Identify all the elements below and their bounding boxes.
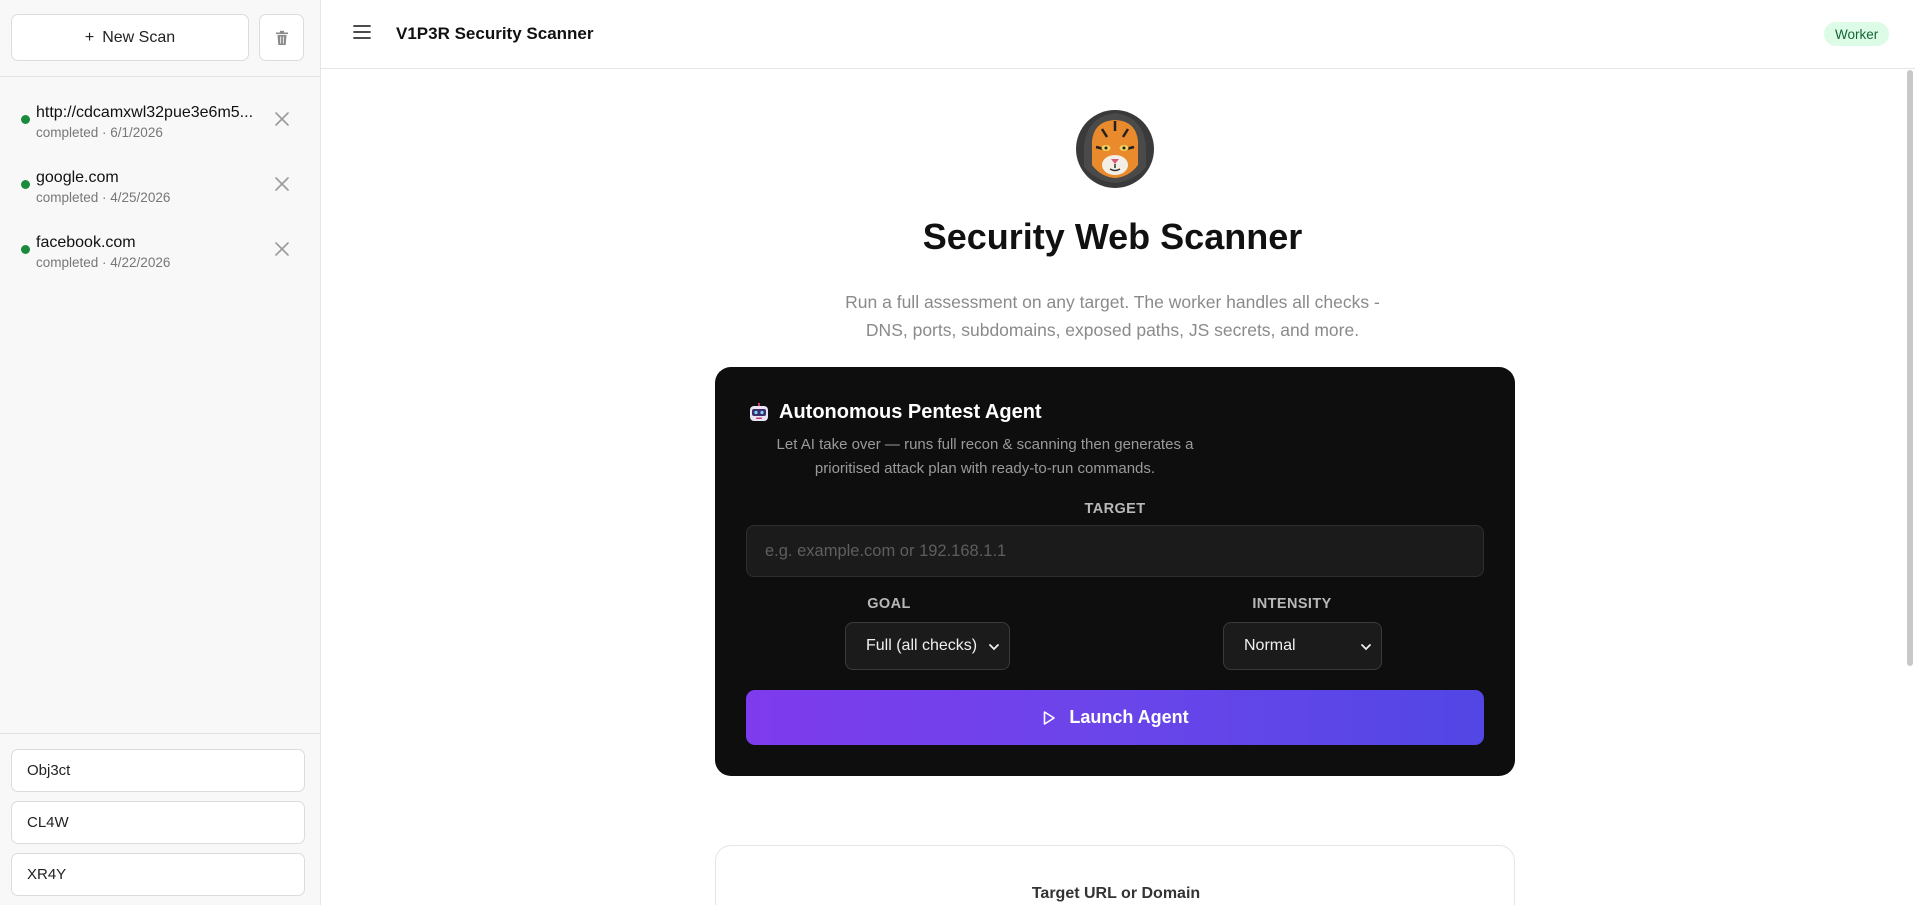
goal-label: GOAL — [867, 596, 911, 612]
main-scrollbar[interactable] — [1904, 69, 1915, 905]
sidebar-top: + New Scan — [0, 0, 320, 77]
scan-meta: completed · 4/25/2026 — [36, 190, 171, 205]
worker-status-badge: Worker — [1824, 22, 1890, 46]
scan-meta: completed · 4/22/2026 — [36, 255, 171, 270]
intensity-label: INTENSITY — [1252, 596, 1332, 612]
launch-agent-button[interactable]: Launch Agent — [746, 690, 1484, 745]
chevron-down-icon — [989, 644, 999, 651]
agent-button-xr4y[interactable]: XR4Y — [11, 853, 305, 896]
close-icon[interactable] — [272, 239, 292, 259]
new-scan-button[interactable]: + New Scan — [11, 14, 249, 61]
top-header: V1P3R Security Scanner Worker — [321, 0, 1915, 69]
page-description: Run a full assessment on any target. The… — [821, 288, 1404, 344]
status-dot — [21, 245, 30, 254]
scan-title: facebook.com — [36, 234, 136, 251]
scan-title: http://cdcamxwl32pue3e6m5... — [36, 104, 254, 121]
scan-meta: completed · 6/1/2026 — [36, 125, 163, 140]
card-title: Autonomous Pentest Agent — [779, 401, 1042, 423]
scan-title: google.com — [36, 169, 119, 186]
card-description: Let AI take over — runs full recon & sca… — [767, 433, 1203, 481]
target-url-label: Target URL or Domain — [1031, 885, 1201, 902]
goal-select-value: Full (all checks) — [866, 637, 978, 654]
agent-selector-panel: Obj3ct CL4W XR4Y — [0, 733, 321, 905]
launch-agent-label: Launch Agent — [1069, 707, 1189, 727]
tiger-logo — [1076, 110, 1154, 188]
scan-history-item[interactable]: facebook.com completed · 4/22/2026 — [0, 229, 321, 294]
close-icon[interactable] — [272, 109, 292, 129]
target-url-card: Target URL or Domain — [715, 845, 1515, 905]
card-description-line: prioritised attack plan with ready-to-ru… — [814, 460, 1156, 477]
sidebar: + New Scan http://cdcamxwl32pue3e6m5... … — [0, 0, 321, 905]
target-label: TARGET — [1084, 501, 1146, 517]
intensity-select-value: Normal — [1244, 637, 1296, 654]
trash-icon — [275, 30, 288, 45]
agent-button-cl4w[interactable]: CL4W — [11, 801, 305, 844]
pentest-agent-card: Autonomous Pentest Agent Let AI take ove… — [715, 367, 1515, 776]
scan-history-item[interactable]: google.com completed · 4/25/2026 — [0, 164, 321, 229]
scan-history-item[interactable]: http://cdcamxwl32pue3e6m5... completed ·… — [0, 99, 321, 164]
page-description-line: Run a full assessment on any target. The… — [845, 292, 1380, 312]
chevron-down-icon — [1361, 644, 1371, 651]
goal-select[interactable]: Full (all checks) — [845, 622, 1010, 670]
card-description-line: Let AI take over — runs full recon & sca… — [776, 436, 1194, 453]
target-input[interactable] — [746, 525, 1484, 577]
status-dot — [21, 115, 30, 124]
page-title: Security Web Scanner — [922, 216, 1303, 257]
agent-button-obj3ct[interactable]: Obj3ct — [11, 749, 305, 792]
menu-icon[interactable] — [352, 22, 372, 42]
intensity-select[interactable]: Normal — [1223, 622, 1382, 670]
scrollbar-thumb[interactable] — [1907, 70, 1913, 666]
new-scan-label: New Scan — [102, 28, 176, 46]
plus-icon: + — [84, 28, 95, 46]
close-icon[interactable] — [272, 174, 292, 194]
status-dot — [21, 180, 30, 189]
delete-all-button[interactable] — [259, 14, 304, 61]
scan-history-list: http://cdcamxwl32pue3e6m5... completed ·… — [0, 99, 321, 294]
robot-icon — [750, 403, 768, 421]
play-icon — [1044, 710, 1056, 725]
app-title: V1P3R Security Scanner — [396, 24, 594, 43]
page-description-line: DNS, ports, subdomains, exposed paths, J… — [865, 320, 1360, 340]
